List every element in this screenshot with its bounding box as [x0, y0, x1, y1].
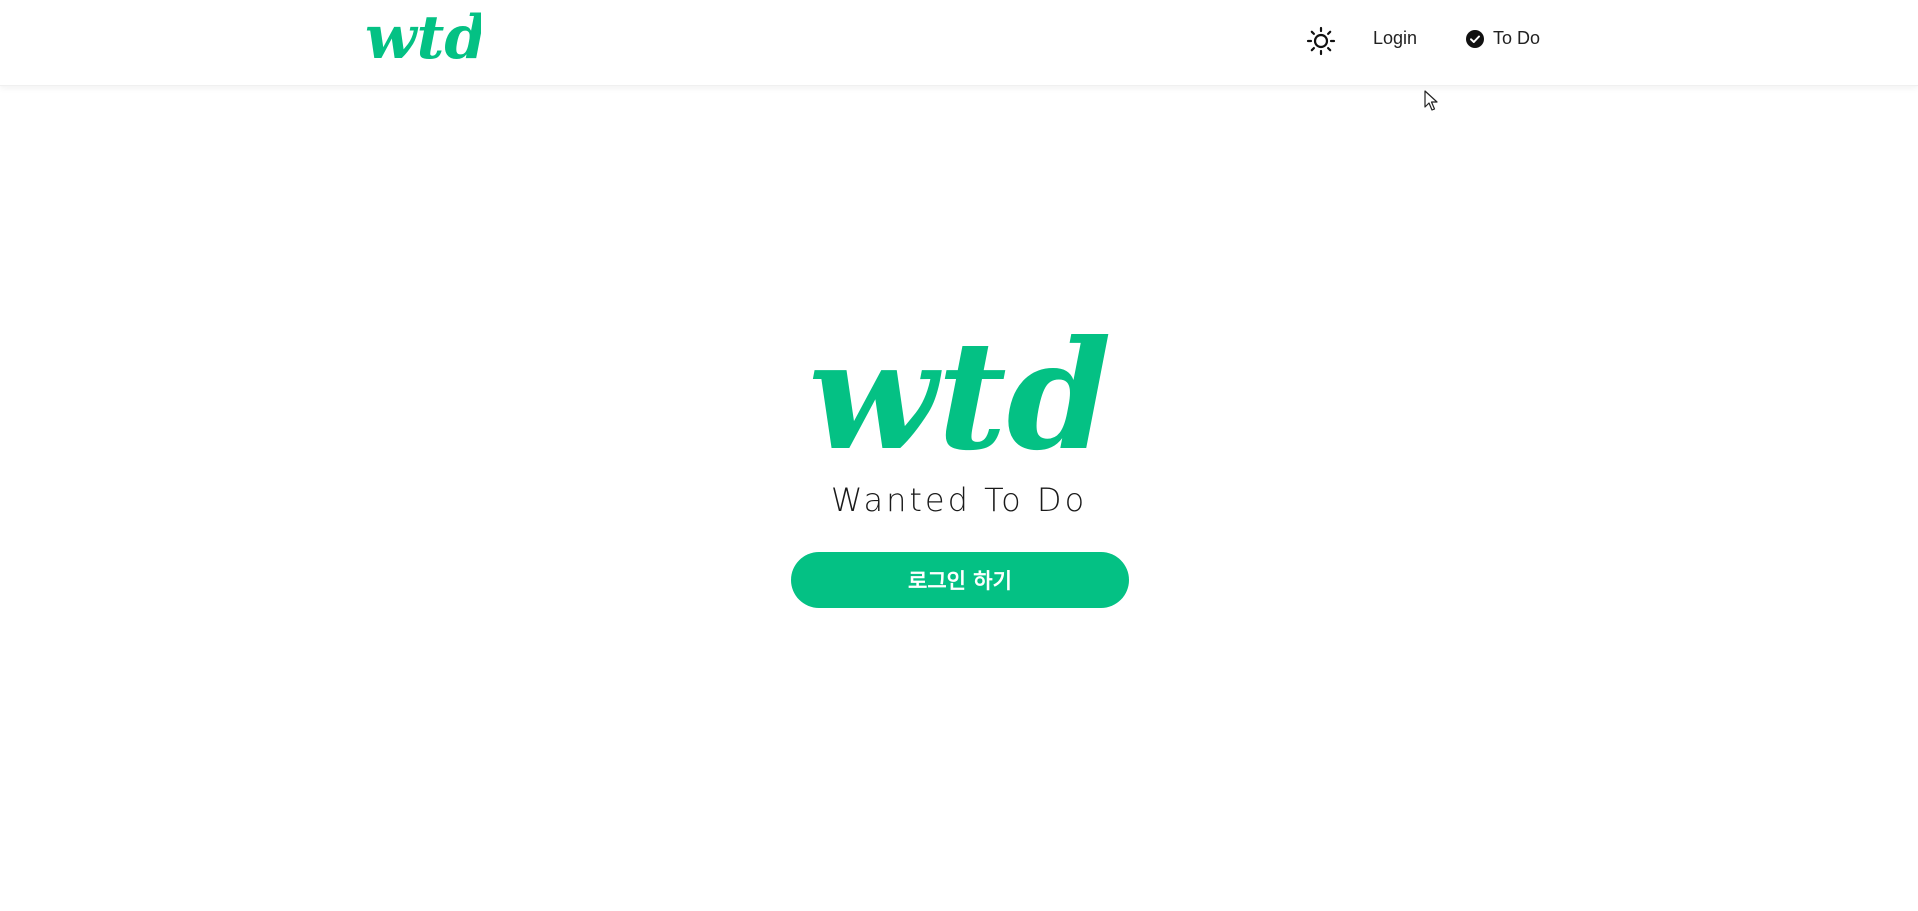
login-button[interactable]: 로그인 하기 — [791, 552, 1129, 608]
header-logo-text: wtd — [365, 10, 481, 66]
nav-todo-label: To Do — [1493, 28, 1541, 48]
hero-logo-text: wtd — [808, 318, 1111, 468]
check-circle-icon — [1466, 29, 1484, 48]
sun-icon[interactable] — [1306, 26, 1336, 56]
header-logo[interactable]: wtd — [363, 3, 486, 73]
tagline: Wanted To Do — [830, 481, 1088, 519]
hero-logo: wtd — [800, 308, 1120, 484]
mouse-pointer-icon — [1424, 90, 1438, 112]
nav-login-link[interactable]: Login — [1373, 28, 1417, 49]
top-header: wtd Login To Do — [0, 0, 1918, 86]
nav-todo-link[interactable]: To Do — [1466, 28, 1540, 49]
